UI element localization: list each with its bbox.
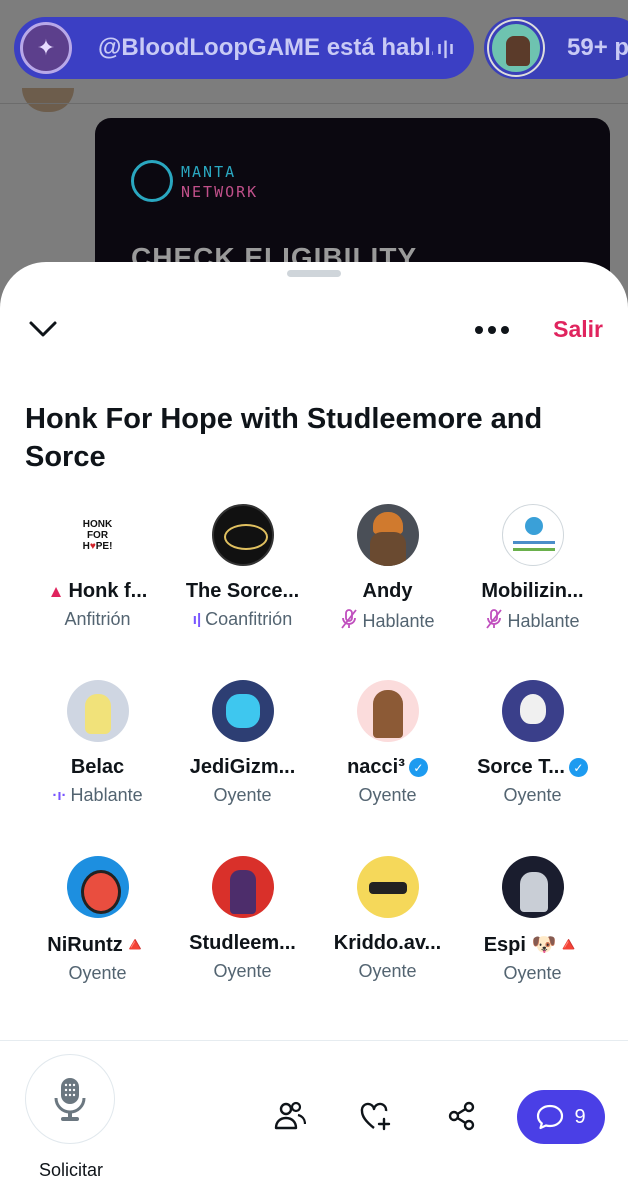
participant[interactable]: Andy Hablante xyxy=(315,500,460,676)
participant-name: JediGizm... xyxy=(189,756,296,778)
participant-name: The Sorce... xyxy=(185,580,300,602)
participant[interactable]: Studleem... Oyente xyxy=(170,852,315,1028)
avatar xyxy=(66,680,129,742)
request-mic-button[interactable] xyxy=(25,1054,115,1144)
participants-grid: HONK FOR H♥PE! ▲ Honk f... Anfitrión The So… xyxy=(25,500,605,1028)
space-pill[interactable]: ✦ @BloodLoopGAME está habl... ı|ı xyxy=(14,17,474,79)
request-label: Solicitar xyxy=(38,1160,104,1180)
heart-plus-icon[interactable] xyxy=(359,1099,393,1133)
avatar xyxy=(501,856,564,918)
participant-role: Oyente xyxy=(68,963,127,983)
participant-role: Oyente xyxy=(213,961,272,981)
avatar xyxy=(211,680,274,742)
manta-logo-icon xyxy=(131,160,173,202)
verified-badge-icon: ✓ xyxy=(408,758,428,777)
space-host-avatar: ✦ xyxy=(20,22,72,74)
avatar xyxy=(356,504,419,566)
honk-logo-text: HONK FOR H♥PE! xyxy=(82,518,113,552)
mic-muted-icon xyxy=(340,609,358,633)
participant-role: Oyente xyxy=(213,785,272,805)
participant-name: ▲ Honk f... xyxy=(47,580,148,602)
chat-count: 9 xyxy=(574,1105,586,1128)
participant-role: Oyente xyxy=(358,961,417,981)
participant[interactable]: Kriddo.av... Oyente xyxy=(315,852,460,1028)
participant[interactable]: JediGizm... Oyente xyxy=(170,676,315,852)
microphone-icon xyxy=(54,1078,86,1121)
participant[interactable]: Espi 🐶🔺 Oyente xyxy=(460,852,605,1028)
second-space-avatar xyxy=(489,21,543,75)
participant-name: nacci³ ✓ xyxy=(347,756,428,779)
bottom-divider xyxy=(0,1040,628,1041)
banner-logo-text: MANTA NETWORK xyxy=(181,163,259,201)
share-icon[interactable] xyxy=(444,1099,478,1133)
speaking-wave-icon: ·ı· xyxy=(52,787,67,804)
space-sheet: Salir Honk For Hope with Studleemore and… xyxy=(0,262,628,1200)
exit-button[interactable]: Salir xyxy=(553,316,603,343)
second-space-pill[interactable]: 59+ p xyxy=(484,17,628,79)
avatar xyxy=(356,680,419,742)
participant-role: ı| Coanfitrión xyxy=(192,609,293,629)
participant-name: Belac xyxy=(70,756,125,778)
chat-bubble-icon xyxy=(537,1104,564,1130)
participant-name: NiRuntz🔺 xyxy=(47,934,148,956)
avatar xyxy=(211,504,274,566)
speaking-wave-icon: ı|ı xyxy=(437,37,456,58)
space-title: Honk For Hope with Studleemore and Sorce xyxy=(25,403,543,473)
participant[interactable]: HONK FOR H♥PE! ▲ Honk f... Anfitrión xyxy=(25,500,170,676)
participant-role: Hablante xyxy=(485,609,580,633)
more-options-icon[interactable] xyxy=(470,316,514,344)
avatar: HONK FOR H♥PE! xyxy=(66,504,129,566)
people-icon[interactable] xyxy=(273,1099,307,1133)
avatar xyxy=(211,856,274,918)
avatar xyxy=(501,680,564,742)
participant-role: Anfitrión xyxy=(64,609,131,629)
participant-name: Andy xyxy=(362,580,413,602)
participant[interactable]: nacci³ ✓ Oyente xyxy=(315,676,460,852)
participant-name: Kriddo.av... xyxy=(333,932,442,954)
participant[interactable]: Mobilizin... Hablante xyxy=(460,500,605,676)
participant-name: Espi 🐶🔺 xyxy=(483,934,582,956)
red-triangle-icon: ▲ xyxy=(47,581,65,601)
participant[interactable]: Belac ·ı· Hablante xyxy=(25,676,170,852)
participant-name: Sorce T... ✓ xyxy=(477,756,588,779)
participant-role: Oyente xyxy=(358,785,417,805)
participant-name: Studleem... xyxy=(189,932,296,954)
mic-muted-icon xyxy=(485,609,503,633)
participant-role: Hablante xyxy=(340,609,435,633)
chevron-down-icon[interactable] xyxy=(26,312,60,346)
timeline-avatar xyxy=(22,88,74,112)
avatar xyxy=(501,504,564,566)
participant-role: Oyente xyxy=(503,963,562,983)
avatar xyxy=(356,856,419,918)
participant[interactable]: Sorce T... ✓ Oyente xyxy=(460,676,605,852)
participant-role: Oyente xyxy=(503,785,562,805)
chat-button[interactable]: 9 xyxy=(517,1090,605,1144)
participant[interactable]: The Sorce... ı| Coanfitrión xyxy=(170,500,315,676)
participant[interactable]: NiRuntz🔺 Oyente xyxy=(25,852,170,1028)
sheet-grabber[interactable] xyxy=(287,270,341,277)
space-pill-text: @BloodLoopGAME está habl... xyxy=(98,34,433,61)
second-space-count: 59+ p xyxy=(567,34,628,61)
participant-name: Mobilizin... xyxy=(481,580,584,602)
timeline-divider xyxy=(0,103,628,104)
participant-role: ·ı· Hablante xyxy=(52,785,143,805)
verified-badge-icon: ✓ xyxy=(568,758,588,777)
speaking-wave-icon: ı| xyxy=(192,611,202,628)
avatar xyxy=(66,856,129,918)
